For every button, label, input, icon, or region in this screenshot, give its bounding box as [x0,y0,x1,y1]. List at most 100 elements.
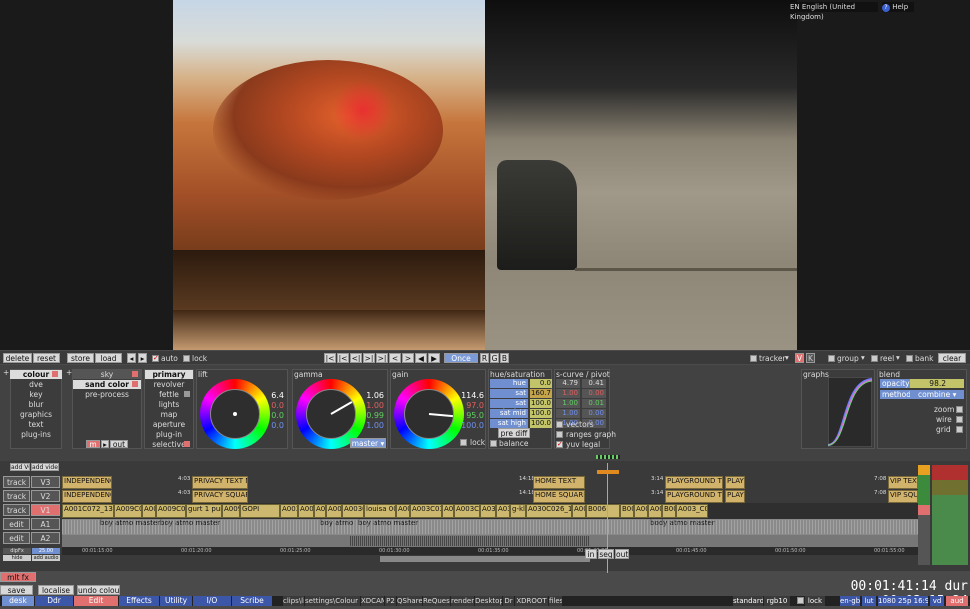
video-clip[interactable]: A00 [396,504,410,518]
status-lock-checkbox[interactable] [797,597,804,604]
gain-value-green[interactable]: 95.0 [454,411,484,420]
out-button[interactable]: out [110,440,128,448]
lift-value-green[interactable]: 0.0 [254,411,284,420]
path-button[interactable]: ReQuest [423,596,451,606]
video-clip[interactable]: A003 [280,504,298,518]
scurve-value-right[interactable]: 0.41 [582,379,606,388]
store-button[interactable]: store [67,353,94,363]
gain-lock-checkbox[interactable] [460,439,467,446]
clear-button[interactable]: clear [938,353,966,363]
undo-colour-button[interactable]: undo colour [77,585,120,595]
path-button[interactable]: clips\lib [283,596,305,606]
tool-revolver[interactable]: revolver [145,380,193,389]
layer-sky[interactable]: sky [73,370,141,379]
video-clip[interactable]: louisa 001 [364,504,396,518]
path-button[interactable]: QShare [397,596,423,606]
title-clip[interactable]: PRIVACY TEXT NI [192,476,248,489]
once-dropdown[interactable]: Once [444,353,478,363]
scurve-value-left[interactable]: 4.79 [556,379,580,388]
video-clip[interactable]: A003CC [454,504,480,518]
pre-diff-button[interactable]: pre diff [498,428,530,438]
lift-value-blue[interactable]: 0.0 [254,421,284,430]
video-clip[interactable]: A00 [442,504,454,518]
hue-sat-row-value[interactable]: 0.0 [530,379,552,388]
path-button[interactable]: render [451,596,475,606]
video-clip[interactable]: A03 [496,504,510,518]
video-clip[interactable]: A009C06 [114,504,142,518]
status-item[interactable]: vd [930,596,944,606]
load-button[interactable]: load [95,353,122,363]
hue-sat-row-value[interactable]: 100.0 [530,419,552,428]
delete-button[interactable]: delete [3,353,32,363]
effect-blur[interactable]: blur [10,400,62,409]
yuv-legal-checkbox[interactable]: ✓ [556,440,563,448]
path-button[interactable]: XDROOT [515,596,549,606]
tab-effects[interactable]: Effects [119,596,159,606]
tool-aperture[interactable]: aperture [145,420,193,429]
tab-ddr[interactable]: Ddr [35,596,73,606]
transport-nav-button[interactable]: |< [324,353,336,363]
status-item[interactable]: standard [733,596,763,606]
track-a1-label[interactable]: A1 [31,518,60,530]
transport-nav-button[interactable]: > [402,353,414,363]
reset-button[interactable]: reset [33,353,60,363]
mute-button[interactable]: m [86,440,100,448]
grid-checkbox[interactable] [956,426,963,433]
title-clip[interactable]: PRIVACY SQUAR [192,490,248,503]
effect-key[interactable]: key [10,390,62,399]
transport-nav-button[interactable]: ◀ [415,353,427,363]
video-clip[interactable]: g-kl [510,504,526,518]
status-item[interactable]: 1080 25p 16:9 [878,596,928,606]
path-button[interactable]: Desktop [475,596,503,606]
tab-desk[interactable]: desk [2,596,34,606]
layer-pre-process[interactable]: pre-process [73,390,141,399]
path-button[interactable]: settings\Colour (2) [305,596,361,606]
scurve-value-left[interactable]: 1.00 [556,389,580,398]
video-clip[interactable]: A003_C03 [676,504,708,518]
status-item[interactable]: lock [805,596,825,606]
track-v3-label[interactable]: V3 [31,476,60,488]
scurve-value-left[interactable]: 1.00 [556,409,580,418]
ranges-graph-checkbox[interactable] [556,431,563,438]
status-item[interactable]: en-gb [840,596,860,606]
video-clip[interactable]: B00 [620,504,634,518]
channel-g-button[interactable]: G [490,353,499,363]
group-checkbox[interactable] [828,355,835,362]
layer-sand-color[interactable]: sand color [73,380,141,389]
gamma-value-red[interactable]: 1.00 [354,401,384,410]
title-clip[interactable]: PLAYG [725,490,745,503]
effect-plug-ins[interactable]: plug-ins [10,430,62,439]
video-clip[interactable]: A03 [480,504,496,518]
tracker-checkbox[interactable] [750,355,757,362]
playhead-handle[interactable] [597,470,619,474]
add-audio-button[interactable]: add audio [32,555,60,561]
out-button-timeline[interactable]: out [615,549,629,559]
scurve-value-right[interactable]: 0.01 [582,399,606,408]
tool-primary[interactable]: primary [145,370,193,379]
video-clip[interactable]: B00 [662,504,676,518]
mute-arrow-icon[interactable]: ▸ [101,440,109,448]
balance-checkbox[interactable] [490,440,497,447]
video-clip[interactable]: gurt 1 pur [186,504,222,518]
effect-dve[interactable]: dve [10,380,62,389]
video-clip[interactable]: GOPI [240,504,280,518]
path-button[interactable]: files [549,596,563,606]
video-clip[interactable]: A003 [326,504,342,518]
track-v3-button[interactable]: track [3,476,30,488]
gain-value-red[interactable]: 97.0 [454,401,484,410]
tool-plug-in[interactable]: plug-in [145,430,193,439]
lock-checkbox[interactable] [183,355,190,362]
tracker-dropdown-icon[interactable]: ▾ [785,353,789,362]
transport-nav-button[interactable]: >| [363,353,375,363]
hue-sat-row-value[interactable]: 160.7 [530,389,552,398]
video-clip[interactable]: A00 [648,504,662,518]
add-vg-button[interactable]: add VG [10,463,30,471]
method-dropdown[interactable]: combine ▾ [910,390,964,399]
effect-graphics[interactable]: graphics [10,410,62,419]
transport-nav-button[interactable]: <| [350,353,362,363]
video-clip[interactable]: A003C03 [410,504,442,518]
title-clip[interactable]: INDEPENDENCE S [62,490,112,503]
title-clip[interactable]: PLAYGROUND TEX [665,476,723,489]
track-v1-label[interactable]: V1 [31,504,60,516]
title-clip[interactable]: VIP TEXT [888,476,918,489]
